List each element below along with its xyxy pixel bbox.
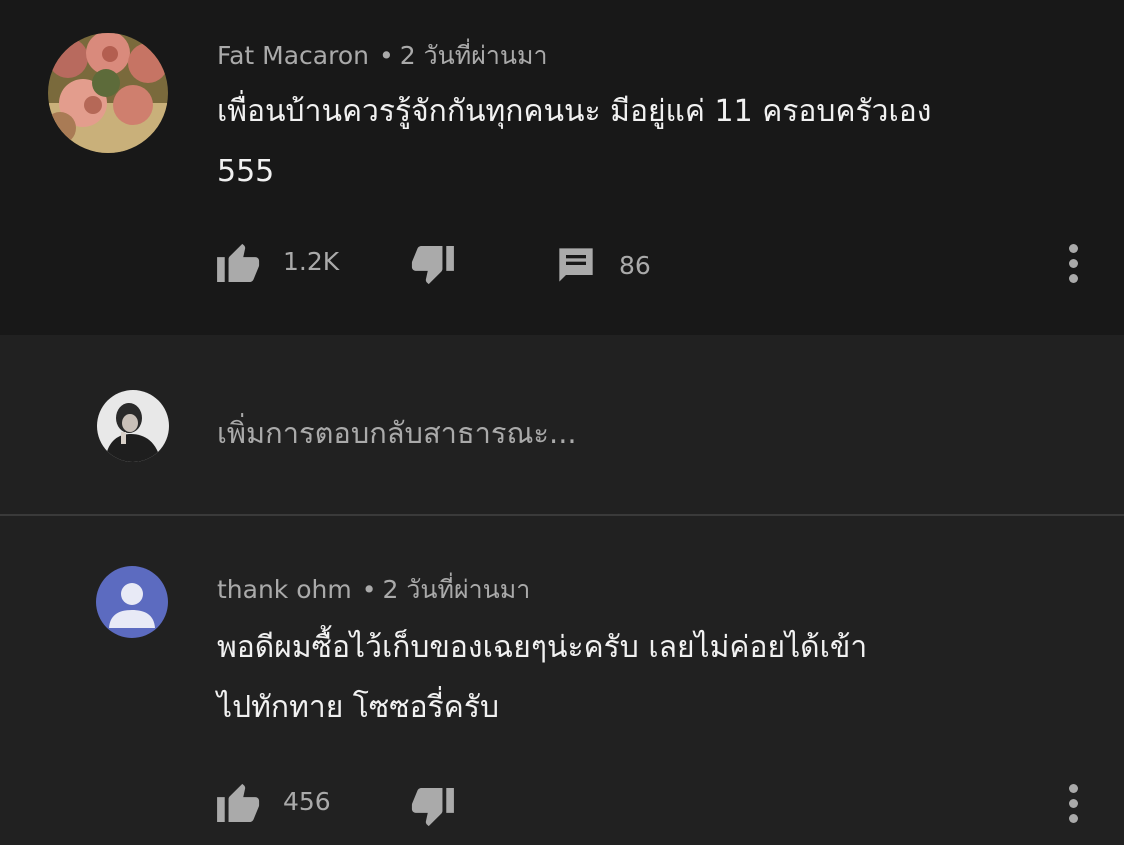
replies-button[interactable]: 86 [555,245,651,285]
more-vertical-icon[interactable] [1066,781,1080,826]
like-count: 456 [283,786,331,816]
comment-text: เพื่อนบ้านควรรู้จักกันทุกคนนะ มีอยู่แค่ … [217,82,1057,202]
dislike-button[interactable] [408,246,454,288]
author-name[interactable]: Fat Macaron [217,41,369,70]
thumb-down-icon [411,246,454,285]
reply-count: 86 [619,250,651,280]
rose-avatar-image [48,33,168,153]
avatar[interactable] [48,33,168,153]
author-name[interactable]: thank ohm [217,575,352,604]
reply-input[interactable]: เพิ่มการตอบกลับสาธารณะ... [217,410,577,456]
reply-box: เพิ่มการตอบกลับสาธารณะ... [0,335,1124,515]
like-count: 1.2K [283,246,340,276]
comment-text-line: เพื่อนบ้านควรรู้จักกันทุกคนนะ มีอยู่แค่ … [217,94,932,129]
timestamp[interactable]: 2 วันที่ผ่านมา [382,575,530,604]
user-avatar[interactable] [97,390,169,462]
user-avatar-image [97,390,169,462]
comment-thank-ohm: thank ohm • 2 วันที่ผ่านมา พอดีผมซื้อไว้เก… [0,516,1124,845]
comment-fat-macaron: Fat Macaron • 2 วันที่ผ่านมา เพื่อนบ้านควร… [0,0,1124,335]
thumb-up-icon [217,243,260,282]
separator-dot: • [361,575,377,604]
separator-dot: • [378,41,394,70]
comment-meta: thank ohm • 2 วันที่ผ่านมา [217,570,530,610]
dislike-button[interactable] [408,788,454,830]
default-user-icon [109,583,155,628]
comment-text-line: 555 [217,154,275,189]
comment-text-line: ไปทักทาย โซซอรี่ครับ [217,690,499,725]
like-button[interactable]: 1.2K [217,240,339,282]
comment-meta: Fat Macaron • 2 วันที่ผ่านมา [217,36,548,76]
like-button[interactable]: 456 [217,780,331,822]
avatar[interactable] [96,566,168,638]
more-vertical-icon[interactable] [1066,241,1080,286]
comment-text: พอดีผมซื้อไว้เก็บของเฉยๆน่ะครับ เลยไม่ค่… [217,618,1057,738]
thumb-down-icon [411,788,454,827]
timestamp[interactable]: 2 วันที่ผ่านมา [400,41,548,70]
comment-text-line: พอดีผมซื้อไว้เก็บของเฉยๆน่ะครับ เลยไม่ค่… [217,630,868,665]
comment-icon [559,248,593,282]
thumb-up-icon [217,783,260,822]
